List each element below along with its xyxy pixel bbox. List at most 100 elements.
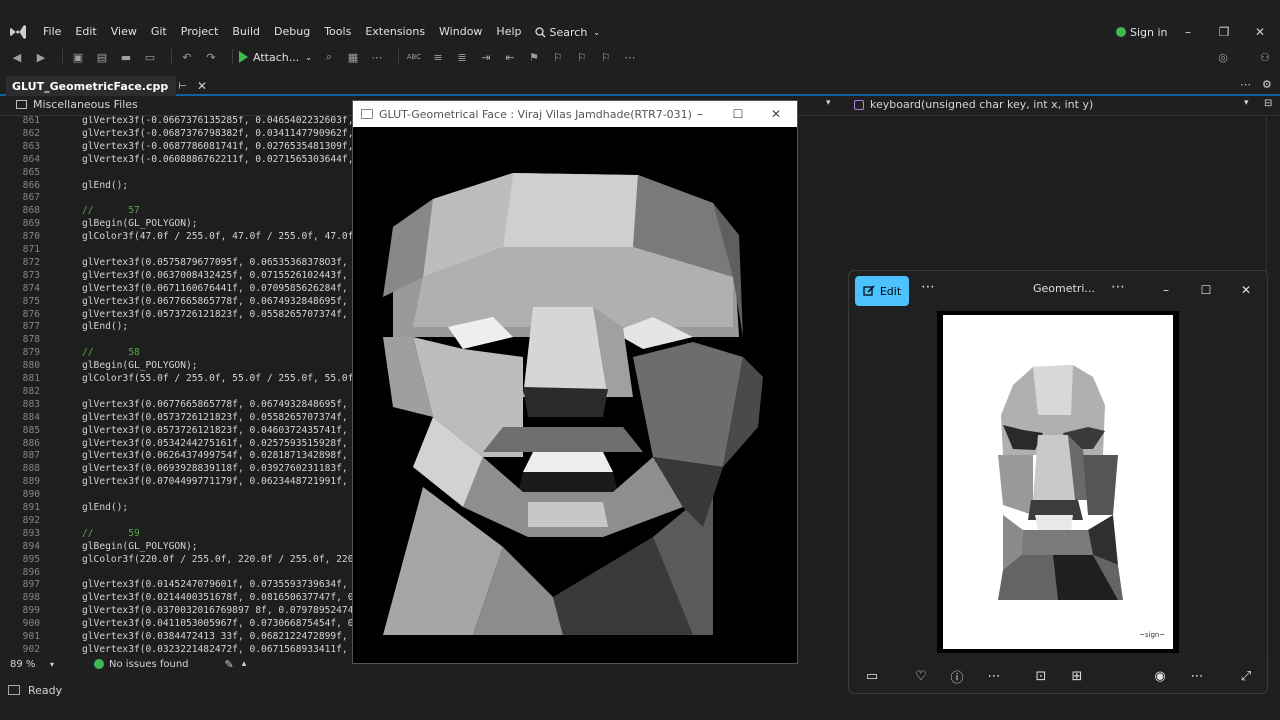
edit-icon: [863, 285, 875, 296]
code-text: glVertex3f(-0.0687376798382f, 0.03411477…: [82, 127, 360, 139]
clear-bookmarks-icon[interactable]: ⚐: [597, 48, 615, 66]
outdent-icon[interactable]: ⇤: [501, 48, 519, 66]
more-options-icon[interactable]: ⋯: [921, 279, 935, 295]
pin-icon[interactable]: ⊢: [178, 81, 187, 92]
new-project-icon[interactable]: ▣: [69, 48, 87, 66]
reference-sketch: ~sign~: [943, 315, 1173, 649]
brush-icon[interactable]: ✎: [225, 658, 234, 671]
line-number: 894: [22, 540, 40, 552]
overflow-icon[interactable]: ⋯: [621, 48, 639, 66]
menu-edit[interactable]: Edit: [68, 20, 103, 44]
more-options-icon[interactable]: ⋯: [983, 666, 1005, 686]
more-icon[interactable]: ⋯: [368, 48, 386, 66]
find-in-files-icon[interactable]: ⌕: [320, 48, 338, 66]
slideshow-icon[interactable]: ◉: [1149, 666, 1171, 686]
scope-dropdown[interactable]: Miscellaneous Files: [16, 98, 138, 111]
line-number: 871: [22, 244, 40, 255]
chevron-down-icon[interactable]: ▾: [826, 98, 831, 108]
redo-icon[interactable]: ↷: [202, 48, 220, 66]
code-text: glVertex3f(0.0575879677095f, 0.065353683…: [82, 256, 360, 268]
line-number: 878: [22, 334, 40, 346]
settings-icon[interactable]: ⚙: [1262, 78, 1272, 91]
next-bookmark-icon[interactable]: ⚐: [573, 48, 591, 66]
menu-view[interactable]: View: [104, 20, 144, 44]
zoom-level[interactable]: 89 %: [10, 659, 50, 670]
line-number: 861: [22, 116, 40, 126]
code-text: glVertex3f(0.0677665865778f, 0.067493284…: [82, 295, 360, 307]
restore-icon[interactable]: ❐: [1206, 20, 1242, 44]
scan-text-icon[interactable]: ⊞: [1066, 666, 1088, 686]
output-icon[interactable]: [8, 685, 20, 695]
close-tab-icon[interactable]: ✕: [197, 79, 207, 93]
chevron-down-icon[interactable]: ▾: [50, 660, 54, 669]
glut-render-canvas[interactable]: [353, 127, 797, 663]
back-icon[interactable]: ◀: [8, 48, 26, 66]
function-dropdown[interactable]: keyboard(unsigned char key, int x, int y…: [854, 98, 1093, 111]
menu-help[interactable]: Help: [489, 20, 528, 44]
split-icon[interactable]: ⊟: [1264, 98, 1272, 109]
toolbar-separator: [171, 49, 172, 65]
favorite-heart-icon[interactable]: ♡: [910, 666, 932, 686]
menu-build[interactable]: Build: [225, 20, 267, 44]
info-icon[interactable]: ⓘ: [946, 666, 968, 686]
menu-tools[interactable]: Tools: [317, 20, 358, 44]
open-file-icon[interactable]: ▤: [93, 48, 111, 66]
edit-button[interactable]: Edit: [855, 276, 909, 306]
undo-icon[interactable]: ↶: [178, 48, 196, 66]
layout-icon[interactable]: ▦: [344, 48, 362, 66]
photo-viewer-image[interactable]: ~sign~: [937, 311, 1179, 653]
visual-studio-logo-icon[interactable]: [8, 22, 28, 42]
function-label: keyboard(unsigned char key, int x, int y…: [870, 98, 1094, 111]
feedback-icon[interactable]: ⚇: [1256, 48, 1274, 66]
bookmark-icon[interactable]: ⚑: [525, 48, 543, 66]
menu-file[interactable]: File: [36, 20, 68, 44]
sign-in-button[interactable]: Sign in: [1116, 20, 1168, 44]
forward-icon[interactable]: ▶: [32, 48, 50, 66]
save-icon[interactable]: ▬: [117, 48, 135, 66]
line-number: 865: [22, 166, 40, 178]
spellcheck-icon[interactable]: ABC: [405, 48, 423, 66]
glut-title-bar[interactable]: GLUT-Geometrical Face : Viraj Vilas Jamd…: [353, 101, 797, 127]
search-box[interactable]: Search ⌄: [529, 26, 607, 39]
close-icon[interactable]: ✕: [757, 101, 795, 127]
vertical-scrollbar[interactable]: [1266, 116, 1280, 656]
chevron-up-icon[interactable]: ▴: [242, 659, 247, 669]
photos-app-window[interactable]: Edit ⋯ Geometri... ⋯ – ☐ ✕ ~sign~ ▭ ♡ ⓘ …: [848, 270, 1268, 694]
glut-window[interactable]: GLUT-Geometrical Face : Viraj Vilas Jamd…: [352, 100, 798, 664]
line-number: 868: [22, 205, 40, 217]
issues-indicator[interactable]: No issues found: [94, 659, 189, 670]
menu-debug[interactable]: Debug: [267, 20, 317, 44]
minimize-icon[interactable]: –: [1147, 275, 1185, 305]
prev-bookmark-icon[interactable]: ⚐: [549, 48, 567, 66]
close-icon[interactable]: ✕: [1227, 275, 1265, 305]
expand-icon[interactable]: ⤢: [1235, 666, 1257, 686]
tab-overflow-icon[interactable]: ⋯: [1240, 78, 1251, 91]
chevron-down-icon[interactable]: ▾: [1244, 98, 1249, 108]
uncomment-icon[interactable]: ≣: [453, 48, 471, 66]
code-text: glVertex3f(0.0637008432425f, 0.071552610…: [82, 269, 360, 281]
maximize-icon[interactable]: ☐: [719, 101, 757, 127]
line-number: 901: [22, 631, 40, 642]
comment-icon[interactable]: ≡: [429, 48, 447, 66]
tab-glut-geometricface[interactable]: GLUT_GeometricFace.cpp ⊢ ✕: [6, 76, 207, 96]
minimize-icon[interactable]: –: [1170, 20, 1206, 44]
visual-search-icon[interactable]: ⊡: [1030, 666, 1052, 686]
minimize-icon[interactable]: –: [681, 101, 719, 127]
more-options-icon[interactable]: ⋯: [1186, 666, 1208, 686]
filmstrip-icon[interactable]: ▭: [861, 666, 883, 686]
more-options-icon[interactable]: ⋯: [1111, 279, 1125, 295]
menu-git[interactable]: Git: [144, 20, 174, 44]
menu-extensions[interactable]: Extensions: [358, 20, 432, 44]
attach-button[interactable]: Attach... ⌄: [239, 51, 312, 64]
indent-icon[interactable]: ⇥: [477, 48, 495, 66]
menu-project[interactable]: Project: [174, 20, 226, 44]
line-number: 869: [22, 218, 40, 230]
close-icon[interactable]: ✕: [1242, 20, 1278, 44]
line-number: 898: [22, 592, 40, 604]
edit-label: Edit: [879, 284, 902, 298]
maximize-icon[interactable]: ☐: [1187, 275, 1225, 305]
save-all-icon[interactable]: ▭: [141, 48, 159, 66]
copilot-icon[interactable]: ◎: [1214, 48, 1232, 66]
svg-text:~sign~: ~sign~: [1139, 631, 1165, 639]
menu-window[interactable]: Window: [432, 20, 489, 44]
